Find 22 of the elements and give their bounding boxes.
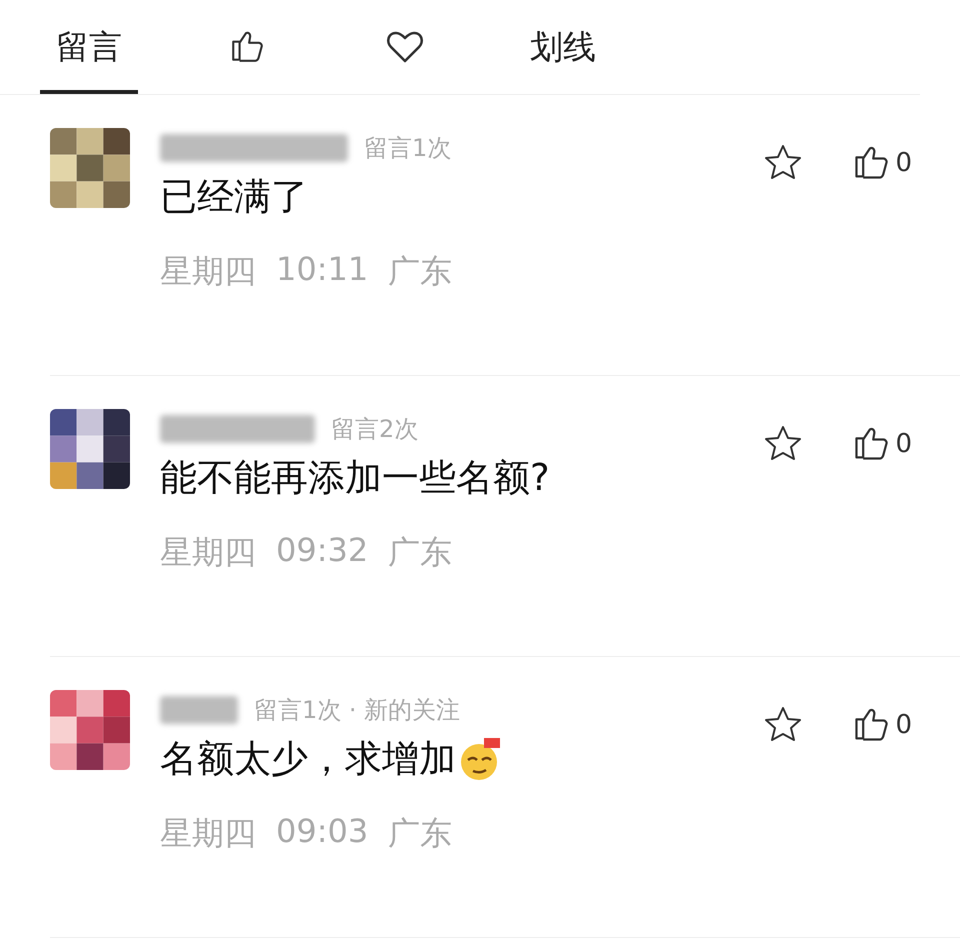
comment-location: 广东 [388, 532, 452, 573]
comment-text: 能不能再添加一些名额? [160, 455, 550, 501]
heart-icon [386, 30, 424, 64]
comment-location: 广东 [388, 813, 452, 854]
comment-time: 10:11 [276, 250, 368, 290]
comment-text: 已经满了 [160, 174, 308, 220]
comment-count: 留言2次 [331, 414, 418, 445]
comment-text: 名额太少，求增加 [160, 736, 456, 782]
tab[interactable]: 划线 [514, 0, 612, 94]
like-button[interactable]: 0 [853, 706, 912, 744]
comment-time: 09:32 [276, 531, 368, 571]
like-button[interactable]: 0 [853, 144, 912, 182]
like-button[interactable]: 0 [853, 425, 912, 463]
comment-day: 星期四 [160, 531, 256, 575]
comment-location: 广东 [388, 251, 452, 292]
tab[interactable]: 留言 [40, 0, 138, 94]
thumbs-up-icon [229, 29, 265, 65]
comment-day: 星期四 [160, 250, 256, 294]
comment-count: 留言1次 · 新的关注 [254, 695, 460, 726]
comment-time: 09:03 [276, 812, 368, 852]
comment-day: 星期四 [160, 812, 256, 856]
comment-count: 留言1次 [364, 133, 452, 164]
